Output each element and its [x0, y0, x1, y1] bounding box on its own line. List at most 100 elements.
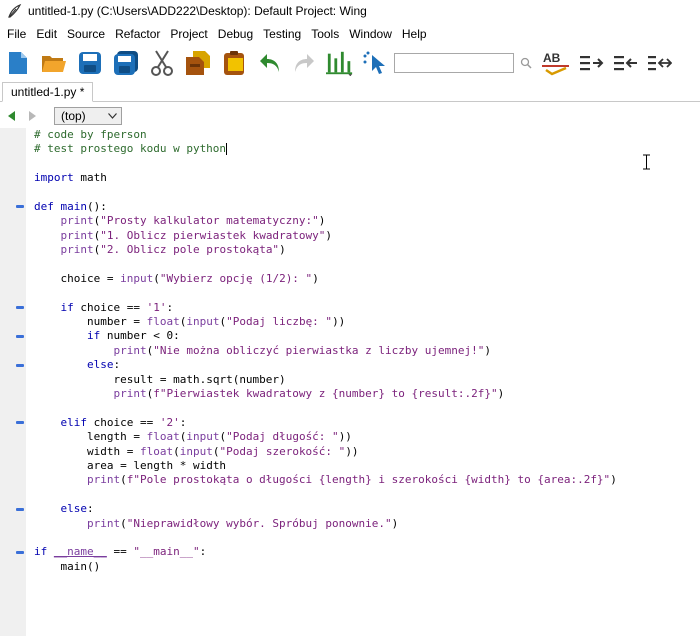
redo-icon [295, 54, 314, 72]
scope-dropdown[interactable]: (top) [54, 107, 122, 125]
code-line: if choice == '1': [34, 301, 617, 315]
code-token: math [73, 171, 107, 185]
code-line: print("2. Oblicz pole prostokąta") [60, 243, 286, 257]
code-line: print(f"Pole prostokąta o długości {leng… [86, 473, 617, 487]
save-all-button[interactable] [112, 49, 140, 77]
new-file-icon [9, 52, 27, 74]
code-line: if number < 0: [34, 329, 617, 343]
search-input[interactable] [394, 53, 514, 73]
code-line: number = float(input("Podaj liczbę: ")) [86, 315, 346, 329]
fold-marker[interactable] [16, 306, 24, 309]
builtin: print [86, 473, 121, 487]
code-token: result = math.sqrt(number) [113, 372, 286, 386]
code-line: width = float(input("Podaj szerokość: ")… [86, 444, 359, 458]
code-token: area = length * width [86, 458, 227, 472]
dunder-name: __name__ [53, 545, 107, 559]
builtin: print [60, 243, 94, 257]
function-name: main [53, 199, 87, 213]
code-line: area = length * width [34, 459, 617, 473]
menu-help[interactable]: Help [397, 24, 432, 44]
indent-right-button[interactable] [578, 49, 606, 77]
builtin: print [86, 516, 121, 530]
code-token: choice == [73, 300, 147, 314]
outdent-left-button[interactable] [612, 49, 640, 77]
open-folder-icon [42, 56, 66, 72]
builtin: input [186, 430, 220, 444]
menu-testing[interactable]: Testing [258, 24, 306, 44]
fold-marker[interactable] [16, 421, 24, 424]
search-icon[interactable] [518, 55, 534, 71]
comment: # test prostego kodu w python [34, 142, 227, 156]
editor-tab-bar: untitled-1.py * [0, 82, 700, 102]
menu-source[interactable]: Source [62, 24, 110, 44]
code-line: main() [34, 560, 617, 574]
cut-button[interactable] [148, 49, 176, 77]
string: "Podaj liczbę: " [226, 315, 333, 329]
code-line: print("Prosty kalkulator matematyczny:") [60, 214, 326, 228]
paste-button[interactable] [220, 49, 248, 77]
select-arrow-button[interactable] [362, 49, 390, 77]
save-icon [79, 52, 101, 74]
fold-marker[interactable] [16, 364, 24, 367]
code-token: length = [86, 430, 147, 444]
string: f"Pierwiastek kwadratowy z {number} to {… [153, 387, 498, 401]
back-arrow-icon[interactable] [4, 108, 20, 124]
wing-feather-icon [8, 3, 22, 18]
menu-window[interactable]: Window [344, 24, 397, 44]
open-folder-button[interactable] [40, 49, 68, 77]
code-line: import math [34, 171, 617, 185]
new-file-button[interactable] [4, 49, 32, 77]
string: "Prosty kalkulator matematyczny:" [100, 214, 319, 228]
copy-button[interactable] [184, 49, 212, 77]
fold-marker[interactable] [16, 335, 24, 338]
menu-edit[interactable]: Edit [31, 24, 62, 44]
fold-marker[interactable] [16, 551, 24, 554]
menu-tools[interactable]: Tools [306, 24, 344, 44]
keyword: elif [60, 415, 88, 429]
spell-check-button[interactable]: AB [542, 49, 570, 77]
undo-icon [260, 54, 279, 72]
indent-guides-button[interactable] [326, 49, 354, 77]
builtin: print [113, 387, 147, 401]
menu-project[interactable]: Project [165, 24, 212, 44]
keyword: if [34, 545, 48, 559]
redo-button[interactable] [290, 49, 318, 77]
indent-guides-icon [326, 51, 353, 77]
indent-both-button[interactable] [646, 49, 674, 77]
code-line: elif choice == '2': [34, 416, 617, 430]
tab-untitled-1[interactable]: untitled-1.py * [2, 82, 94, 102]
builtin: print [60, 228, 94, 242]
string: "Nieprawidłowy wybór. Spróbuj ponownie." [126, 516, 392, 530]
keyword: import [34, 171, 74, 185]
chevron-down-icon [108, 113, 117, 119]
code-line: else: [86, 358, 121, 372]
keyword: else [86, 358, 114, 372]
fold-marker[interactable] [16, 205, 24, 208]
undo-button[interactable] [256, 49, 284, 77]
code-line: # code by fperson [34, 128, 617, 142]
code-line: # test prostego kodu w python [34, 142, 617, 156]
comment: # code by fperson [34, 128, 147, 141]
menu-file[interactable]: File [2, 24, 31, 44]
save-button[interactable] [76, 49, 104, 77]
menu-refactor[interactable]: Refactor [110, 24, 165, 44]
title-bar: untitled-1.py (C:\Users\ADD222\Desktop):… [0, 0, 700, 22]
string: "__main__" [133, 545, 200, 559]
window-title: untitled-1.py (C:\Users\ADD222\Desktop):… [28, 4, 367, 18]
code-line: length = float(input("Podaj długość: ")) [86, 430, 352, 444]
code-line: else: [60, 502, 94, 516]
code-line: def main(): [34, 200, 617, 214]
code-line: if __name__ == "__main__": [34, 545, 617, 559]
code-editor[interactable]: # code by fperson # test prostego kodu w… [0, 128, 700, 636]
forward-arrow-icon[interactable] [24, 108, 40, 124]
fold-marker[interactable] [16, 508, 24, 511]
menu-debug[interactable]: Debug [213, 24, 258, 44]
code-token: main() [60, 559, 101, 573]
code-text[interactable]: # code by fperson # test prostego kodu w… [34, 128, 617, 574]
string: "2. Oblicz pole prostokąta" [100, 243, 280, 257]
